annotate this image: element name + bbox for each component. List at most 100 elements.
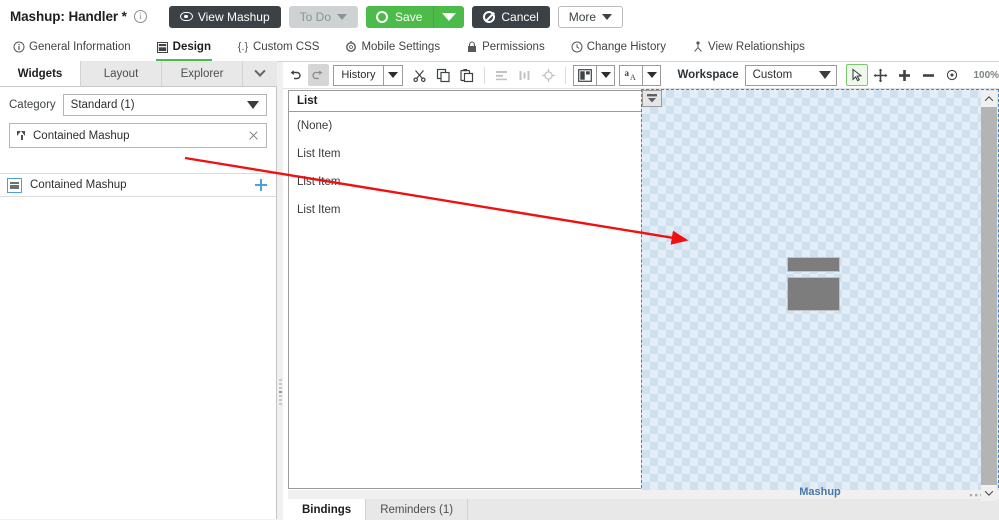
clock-icon [571,41,583,53]
category-label: Category [9,99,56,111]
widget-icon [7,177,22,193]
save-button[interactable]: Save [366,5,465,28]
todo-label: To Do [299,9,332,24]
contained-mashup-widget[interactable] [787,257,840,311]
tab-bindings[interactable]: Bindings [288,499,367,520]
canvas-scrollbar[interactable] [981,91,997,501]
list-item[interactable]: Contained Mashup [0,173,276,197]
tab-label: Design [172,41,211,53]
more-label: More [568,9,597,24]
page-title: Mashup: Handler * [10,9,127,24]
todo-button[interactable]: To Do [288,5,359,28]
list-header: List [289,91,642,112]
pan-move-icon[interactable] [870,64,892,86]
category-value: Standard (1) [70,99,135,111]
list-item-label: List Item [297,148,341,160]
widget-name: Contained Mashup [30,179,127,191]
layout-template-icon[interactable] [574,66,596,85]
scissors-icon[interactable] [409,64,431,86]
lock-icon [466,41,478,53]
top-bar: Mashup: Handler * i View Mashup To Do Sa… [0,0,999,33]
tab-change-history[interactable]: Change History [558,33,679,62]
tab-permissions[interactable]: Permissions [453,33,558,62]
circle-icon [376,10,389,23]
layout-icon [157,41,169,53]
paste-icon[interactable] [456,64,478,86]
category-select[interactable]: Standard (1) [62,94,267,116]
list-item[interactable]: List Item [289,168,642,196]
scroll-down-button[interactable] [981,485,997,501]
zoom-level: 100% [973,69,999,81]
tab-widgets[interactable]: Widgets [0,61,81,86]
tab-view-relationships[interactable]: View Relationships [679,33,818,62]
tab-label: Reminders (1) [380,503,454,516]
save-dropdown-button[interactable] [433,5,463,28]
scroll-up-button[interactable] [981,91,997,107]
nav-tabs: General Information Design {.} Custom CS… [0,33,999,62]
workspace-select[interactable]: Custom [744,64,838,86]
help-circle-icon[interactable]: i [133,10,147,23]
chevron-down-icon [247,101,259,109]
list-item[interactable]: (None) [289,112,642,140]
list-item-label: List Item [297,204,341,216]
info-circle-icon [13,41,25,53]
layout-template-dropdown[interactable] [573,64,616,86]
tab-label: Widgets [17,67,63,80]
cursor-icon[interactable] [846,64,868,86]
tab-label: Mobile Settings [361,41,441,53]
zoom-reset-icon[interactable] [941,64,963,86]
move-icon[interactable] [255,179,267,191]
chevron-down-icon[interactable] [642,65,660,85]
chevron-down-icon[interactable] [596,65,614,85]
widget-filter-input[interactable]: Contained Mashup [9,123,267,148]
undo-icon[interactable] [284,64,306,86]
tab-explorer[interactable]: Explorer [162,61,243,86]
tab-custom-css[interactable]: {.} Custom CSS [224,33,332,62]
widget-dropdown-icon[interactable] [642,90,662,107]
close-icon[interactable] [248,130,259,141]
tab-reminders[interactable]: Reminders (1) [366,499,469,520]
font-style-dropdown[interactable]: aA [619,64,662,86]
zoom-in-icon[interactable] [894,64,916,86]
tab-design[interactable]: Design [144,33,224,62]
tab-label: Change History [586,41,666,53]
save-label: Save [395,9,423,24]
more-button[interactable]: More [557,5,624,28]
list-item[interactable]: List Item [289,196,642,224]
relationships-icon [692,41,704,53]
mashup-canvas[interactable]: Mashup [641,89,999,503]
history-label: History [341,69,376,81]
panel-splitter[interactable] [277,62,283,520]
redo-icon[interactable] [307,64,330,86]
view-mashup-button[interactable]: View Mashup [168,5,281,28]
chevron-down-icon[interactable] [382,65,402,85]
svg-text:a: a [624,68,629,78]
widget-body [787,277,840,311]
list-widget-panel[interactable]: List (None) List Item List Item List Ite… [288,90,643,489]
list-item-label: List Item [297,176,341,188]
chevron-down-icon [984,487,994,496]
tab-label: Explorer [180,67,224,80]
chevron-down-icon [254,65,266,77]
tab-general-information[interactable]: General Information [0,33,144,62]
splitter-grip [278,372,282,412]
font-icon[interactable]: aA [620,66,642,85]
toolbar-separator [483,66,485,84]
zoom-out-icon[interactable] [917,64,939,86]
copy-icon[interactable] [432,64,454,86]
history-dropdown[interactable]: History [333,64,403,86]
widget-title-bar [787,257,840,272]
distribute-icon [514,64,536,86]
tab-mobile-settings[interactable]: Mobile Settings [332,33,453,62]
widget-list: Contained Mashup [0,173,276,519]
design-toolbar: History aA Workspace Custom 100% [283,62,999,89]
list-item-label: (None) [297,120,333,132]
svg-text:A: A [630,73,636,82]
chevron-down-icon [602,13,613,20]
panel-tabs-overflow-button[interactable] [243,61,277,86]
list-item[interactable]: List Item [289,140,642,168]
cancel-button[interactable]: Cancel [472,5,550,28]
tab-layout[interactable]: Layout [81,61,162,86]
tab-label: Custom CSS [252,41,320,53]
tab-label: General Information [29,41,131,53]
